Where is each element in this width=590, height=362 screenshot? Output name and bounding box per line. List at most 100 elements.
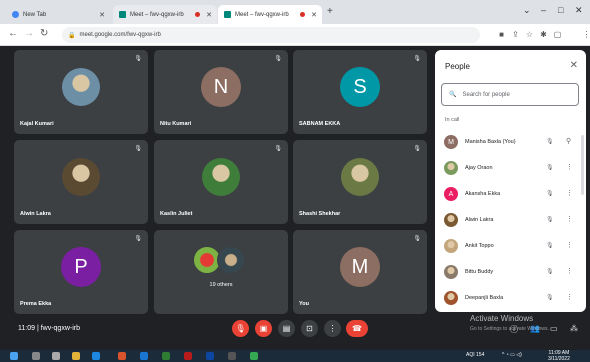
file-explorer-icon[interactable] [72,352,80,360]
mail-icon[interactable] [140,352,148,360]
mic-off-icon[interactable]: 🎙 [546,242,554,249]
close-tab-icon[interactable]: ✕ [99,11,105,19]
participant-tile[interactable]: 🎙 Shashi Shekhar [293,140,427,224]
more-vert-icon[interactable]: ⋮ [566,267,573,275]
participant-row[interactable]: Ajay Oraon 🎙 ⋮ [435,156,586,181]
activities-icon[interactable]: ⁂ [570,324,578,333]
more-vert-icon[interactable]: ⋮ [566,241,573,249]
participant-tile[interactable]: P 🎙 Prema Ekka [14,230,148,314]
leave-call-button[interactable]: ☎ [346,320,368,337]
participant-name: Ankit Toppo [465,243,494,249]
close-tab-icon[interactable]: ✕ [206,11,212,19]
people-search-input[interactable]: 🔍 Search for people [441,83,579,106]
mic-off-icon[interactable]: 🎙 [546,164,554,171]
aqi-indicator[interactable]: AQI 154 [466,352,484,358]
participant-avatar [444,239,458,253]
forward-icon[interactable]: → [24,28,34,39]
minimize-button[interactable]: – [541,5,546,15]
end-call-icon: ☎ [352,324,362,333]
excel-icon[interactable] [162,352,170,360]
participant-tile[interactable]: 🎙 Kaslin Juliet [154,140,288,224]
participant-photo [341,158,379,196]
tab-new-tab[interactable]: New Tab ✕ [6,5,110,24]
sidebar-icon[interactable]: ▢ [553,30,562,39]
panel-scrollbar[interactable] [581,135,584,195]
chrome-taskbar-icon[interactable] [250,352,258,360]
participant-avatar [444,161,458,175]
mic-off-icon[interactable]: 🎙 [546,216,554,223]
office-icon[interactable] [118,352,126,360]
participant-avatar: S [340,67,380,107]
search-placeholder: Search for people [462,91,510,98]
mic-off-icon[interactable]: 🎙 [546,138,554,145]
more-vert-icon[interactable]: ⋮ [566,293,573,301]
participant-row[interactable]: Deepanjli Baxla 🎙 ⋮ [435,286,586,311]
participant-tile[interactable]: 🎙 Alwin Lakra [14,140,148,224]
word-icon[interactable] [206,352,214,360]
close-tab-icon[interactable]: ✕ [311,11,317,19]
windows-start-icon[interactable] [10,352,18,360]
people-panel: People ✕ 🔍 Search for people In call M M… [435,50,586,312]
share-icon[interactable]: ⇪ [511,30,520,39]
participant-tile[interactable]: N 🎙 Nitu Kumari [154,50,288,134]
participant-tile[interactable]: M 🎙 You [293,230,427,314]
maximize-button[interactable]: □ [558,5,563,15]
captions-button[interactable]: ▤ [278,320,295,337]
participant-tile[interactable]: 19 others [154,230,288,314]
more-vert-icon[interactable]: ⋮ [566,163,573,171]
clock[interactable]: 11:09 AM 3/11/2022 [548,350,570,362]
new-tab-button[interactable]: + [327,6,333,17]
settings-taskbar-icon[interactable] [228,352,236,360]
participant-tile[interactable]: S 🎙 SABNAM EKKA [293,50,427,134]
tab-search-icon[interactable]: ⌄ [523,5,531,16]
task-view-icon[interactable] [52,352,60,360]
participant-row[interactable]: A Akansha Ekka 🎙 ⋮ [435,182,586,207]
mic-off-icon[interactable]: 🎙 [546,268,554,275]
present-icon: ⊡ [306,324,313,333]
back-icon[interactable]: ← [8,28,18,39]
mic-off-icon: 🎙 [235,324,246,333]
present-button[interactable]: ⊡ [301,320,318,337]
people-panel-title: People [445,62,470,71]
reload-icon[interactable]: ↻ [40,28,48,39]
mic-off-icon[interactable]: 🎙 [546,294,554,301]
close-panel-icon[interactable]: ✕ [570,60,578,71]
powerpoint-icon[interactable] [184,352,192,360]
close-window-button[interactable]: ✕ [575,5,583,16]
more-vert-icon[interactable]: ⋮ [566,215,573,223]
participant-tile[interactable]: 🎙 Kajal Kumari [14,50,148,134]
participant-row[interactable]: Alwin Lakra 🎙 ⋮ [435,208,586,233]
participant-name: Alwin Lakra [465,217,494,223]
participant-row[interactable]: Ankit Toppo 🎙 ⋮ [435,234,586,259]
participant-row[interactable]: M Manisha Baxla (You) 🎙 ⚲ [435,130,586,155]
mic-toggle-button[interactable]: 🎙 [232,320,249,337]
mic-off-icon[interactable]: 🎙 [546,190,554,197]
participant-row[interactable]: Bittu Buddy 🎙 ⋮ [435,260,586,285]
tab-meet-2[interactable]: Meet – fwv-qgxw-irb ✕ [218,5,322,24]
avatar-initial: P [74,255,88,278]
more-vert-icon[interactable]: ⋮ [566,189,573,197]
participant-photo [202,158,240,196]
url-text: meet.google.com/fwv-qgxw-irb [79,32,161,38]
captions-icon: ▤ [282,324,291,333]
participant-avatar [444,213,458,227]
camera-icon[interactable]: ■ [497,30,506,39]
meeting-code: 11:09 | fwv-qgxw-irb [18,325,80,332]
menu-icon[interactable]: ⋮ [582,30,590,39]
store-icon[interactable] [92,352,100,360]
tab-meet-1[interactable]: Meet – fwv-qgxw-irb ✕ [113,5,217,24]
recording-dot-icon [300,12,305,17]
star-icon[interactable]: ☆ [525,30,534,39]
pin-icon[interactable]: ⚲ [566,137,571,145]
camera-toggle-button[interactable]: ▣ [255,320,272,337]
more-options-button[interactable]: ⋮ [324,320,341,337]
mic-off-icon: 🎙 [413,146,421,152]
search-taskbar-icon[interactable] [32,352,40,360]
address-bar[interactable]: 🔒 meet.google.com/fwv-qgxw-irb [62,27,480,43]
avatar-initial: M [351,255,369,278]
extensions-icon[interactable]: ✱ [539,30,548,39]
tab-strip: New Tab ✕ Meet – fwv-qgxw-irb ✕ Meet – f… [0,0,590,24]
tray-icons[interactable]: ^ ◔ ▭ ◁) [502,352,522,358]
participant-name: You [299,301,309,307]
chat-icon[interactable]: ▭ [550,324,558,333]
